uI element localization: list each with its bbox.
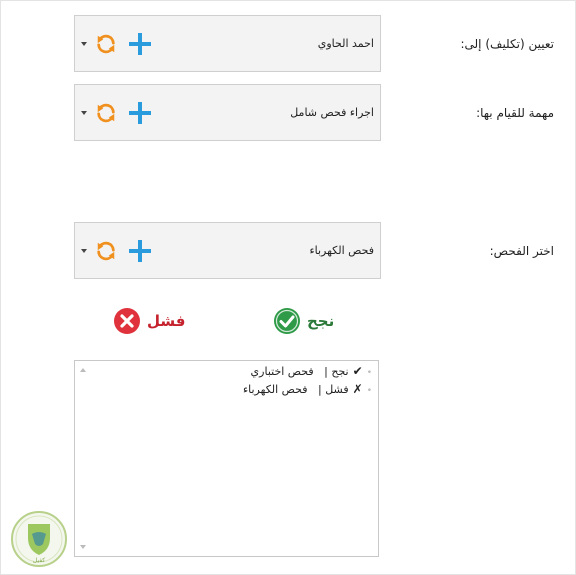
task-value: اجراء فحص شامل (290, 106, 374, 119)
plus-icon[interactable] (128, 239, 152, 263)
check-label: اختر الفحص: (489, 244, 554, 258)
check-mark-icon: ✔ (352, 364, 363, 378)
check-value: فحص الكهرباء (309, 244, 374, 257)
check-circle-icon (274, 308, 300, 334)
cross-mark-icon: ✗ (352, 382, 363, 396)
task-label: مهمة للقيام بها: (476, 106, 554, 120)
list-item-status: فشل | (318, 383, 349, 396)
list-item[interactable]: •✔نجح | فحص اختباري (251, 364, 372, 378)
logo-text: كفيل (33, 557, 45, 564)
bullet-icon: • (366, 386, 372, 396)
chevron-down-icon[interactable] (81, 110, 87, 115)
task-select[interactable]: اجراء فحص شامل (74, 84, 381, 141)
list-item[interactable]: •✗فشل | فحص الكهرباء (243, 382, 372, 396)
x-circle-icon (114, 308, 140, 334)
chevron-down-icon[interactable] (81, 41, 87, 46)
logo-icon: كفيل (11, 511, 67, 567)
assign-select[interactable]: احمد الحاوي (74, 15, 381, 72)
list-item-check: فحص اختباري (250, 365, 314, 378)
results-listbox[interactable]: •✔نجح | فحص اختباري •✗فشل | فحص الكهرباء (74, 360, 379, 557)
chevron-down-icon[interactable] (81, 248, 87, 253)
fail-label: فشل (147, 312, 186, 330)
fail-button[interactable]: فشل (113, 307, 185, 335)
list-item-check: فحص الكهرباء (242, 383, 308, 396)
pass-label: نجح (307, 312, 335, 330)
refresh-icon[interactable] (95, 33, 117, 55)
assign-value: احمد الحاوي (317, 37, 374, 50)
assign-label: تعيين (تكليف) إلى: (460, 37, 554, 51)
scroll-up-icon[interactable] (80, 368, 86, 372)
refresh-icon[interactable] (95, 102, 117, 124)
scroll-down-icon[interactable] (80, 545, 86, 549)
list-item-status: نجح | (324, 365, 349, 378)
check-select[interactable]: فحص الكهرباء (74, 222, 381, 279)
pass-button[interactable]: نجح (273, 307, 334, 335)
refresh-icon[interactable] (95, 240, 117, 262)
plus-icon[interactable] (128, 101, 152, 125)
plus-icon[interactable] (128, 32, 152, 56)
bullet-icon: • (366, 368, 372, 378)
